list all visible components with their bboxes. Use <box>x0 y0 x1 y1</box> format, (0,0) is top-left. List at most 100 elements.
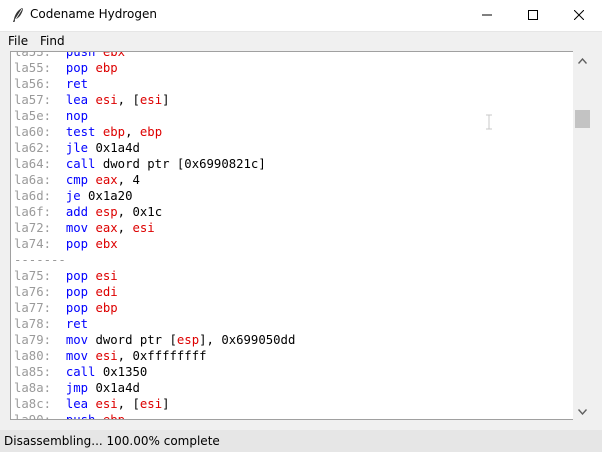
register: esi <box>95 397 118 411</box>
register: ebp <box>95 61 118 75</box>
scrollbar-thumb[interactable] <box>575 110 590 128</box>
register: esp <box>95 205 118 219</box>
status-bar: Disassembling... 100.00% complete <box>0 430 602 452</box>
minimize-button[interactable] <box>464 0 510 31</box>
disassembly-text-area[interactable]: la53: push ebx la55: pop ebp la56: ret la57… <box>10 51 574 420</box>
disassembly-line: la80: mov esi, 0xffffffff <box>14 348 295 364</box>
register: esi <box>132 221 155 235</box>
operand: 0x1a20 <box>88 189 133 203</box>
disassembly-line: la5e: nop <box>14 108 295 124</box>
mnemonic: mov <box>65 349 96 363</box>
disassembly-line: la57: lea esi, [esi] <box>14 92 295 108</box>
operand: ] <box>162 397 170 411</box>
mnemonic: lea <box>65 397 96 411</box>
register: eax <box>95 221 118 235</box>
line-address: la76: <box>14 285 66 299</box>
vertical-scrollbar[interactable] <box>573 51 592 420</box>
mnemonic: test <box>65 125 103 139</box>
mnemonic: ret <box>65 77 89 91</box>
block-separator: ------- <box>14 252 295 268</box>
mnemonic: nop <box>65 109 89 123</box>
disassembly-line: la77: pop ebp <box>14 300 295 316</box>
disassembly-line: la78: ret <box>14 316 295 332</box>
mnemonic: pop <box>65 301 96 315</box>
line-address: la6f: <box>14 205 66 219</box>
disassembly-line: la76: pop edi <box>14 284 295 300</box>
disassembly-line: la62: jle 0x1a4d <box>14 140 295 156</box>
status-text: Disassembling... 100.00% complete <box>4 434 220 448</box>
disassembly-line: la72: mov eax, esi <box>14 220 295 236</box>
operand: ], 0x699050dd <box>199 333 296 347</box>
menu-file[interactable]: File <box>8 34 28 48</box>
disassembly-line: la56: ret <box>14 76 295 92</box>
operand: , 0x1c <box>117 205 163 219</box>
line-address: la55: <box>14 61 66 75</box>
line-address: la8a: <box>14 381 66 395</box>
disassembly-line: la53: push ebx <box>14 51 295 60</box>
mnemonic: je <box>65 189 89 203</box>
line-address: la62: <box>14 141 66 155</box>
maximize-icon <box>528 7 538 25</box>
separator-text: ------- <box>14 253 66 267</box>
mnemonic: call <box>65 157 103 171</box>
mnemonic: lea <box>65 93 96 107</box>
register: esi <box>139 93 163 107</box>
window-title: Codename Hydrogen <box>30 7 157 21</box>
title-bar[interactable]: Codename Hydrogen <box>0 0 602 32</box>
operand: 0x1a4d <box>95 381 140 395</box>
register: edi <box>95 285 118 299</box>
mnemonic: pop <box>65 285 96 299</box>
mnemonic: jmp <box>65 381 96 395</box>
line-address: la6d: <box>14 189 66 203</box>
line-address: la60: <box>14 125 66 139</box>
register: esi <box>139 397 163 411</box>
close-button[interactable] <box>556 0 602 31</box>
scroll-down-button[interactable] <box>573 402 592 420</box>
minimize-icon <box>482 7 492 25</box>
mnemonic: ret <box>65 317 89 331</box>
operand: 0x1350 <box>102 365 148 379</box>
line-address: la56: <box>14 77 66 91</box>
disassembly-line: la6d: je 0x1a20 <box>14 188 295 204</box>
line-address: la79: <box>14 333 66 347</box>
operand: , <box>117 221 133 235</box>
menu-find[interactable]: Find <box>40 34 65 48</box>
mnemonic: add <box>65 205 96 219</box>
disassembly-line: la8c: lea esi, [esi] <box>14 396 295 412</box>
disassembly-line: la55: pop ebp <box>14 60 295 76</box>
register: esi <box>95 93 118 107</box>
disassembly-line: la60: test ebp, ebp <box>14 124 295 140</box>
mnemonic: pop <box>65 269 96 283</box>
line-address: la5e: <box>14 109 66 123</box>
register: ebp <box>139 125 163 139</box>
operand: dword ptr [ <box>95 333 177 347</box>
line-address: la6a: <box>14 173 66 187</box>
line-address: la90: <box>14 413 66 420</box>
operand: 0x1a4d <box>95 141 140 155</box>
disassembly-line: la75: pop esi <box>14 268 295 284</box>
line-address: la80: <box>14 349 66 363</box>
scroll-up-button[interactable] <box>573 51 592 69</box>
operand: ] <box>162 93 170 107</box>
mnemonic: push <box>65 51 103 59</box>
disassembly-line: la64: call dword ptr [0x6990821c] <box>14 156 295 172</box>
line-address: la85: <box>14 365 66 379</box>
chevron-down-icon <box>577 402 588 420</box>
register: ebx <box>95 237 118 251</box>
menu-bar: File Find <box>0 32 602 50</box>
operand: dword ptr [0x6990821c] <box>102 157 266 171</box>
disassembly-line: la79: mov dword ptr [esp], 0x699050dd <box>14 332 295 348</box>
line-address: la57: <box>14 93 66 107</box>
register: ebp <box>102 125 126 139</box>
register: esi <box>95 349 118 363</box>
register: ebp <box>102 413 126 420</box>
maximize-button[interactable] <box>510 0 556 31</box>
line-address: la72: <box>14 221 66 235</box>
mnemonic: mov <box>65 221 96 235</box>
register: ebx <box>102 51 126 59</box>
operand: , <box>125 125 140 139</box>
feather-icon <box>10 7 26 23</box>
operand: , [ <box>117 93 140 107</box>
mnemonic: mov <box>65 333 96 347</box>
disassembly-line: la6a: cmp eax, 4 <box>14 172 295 188</box>
